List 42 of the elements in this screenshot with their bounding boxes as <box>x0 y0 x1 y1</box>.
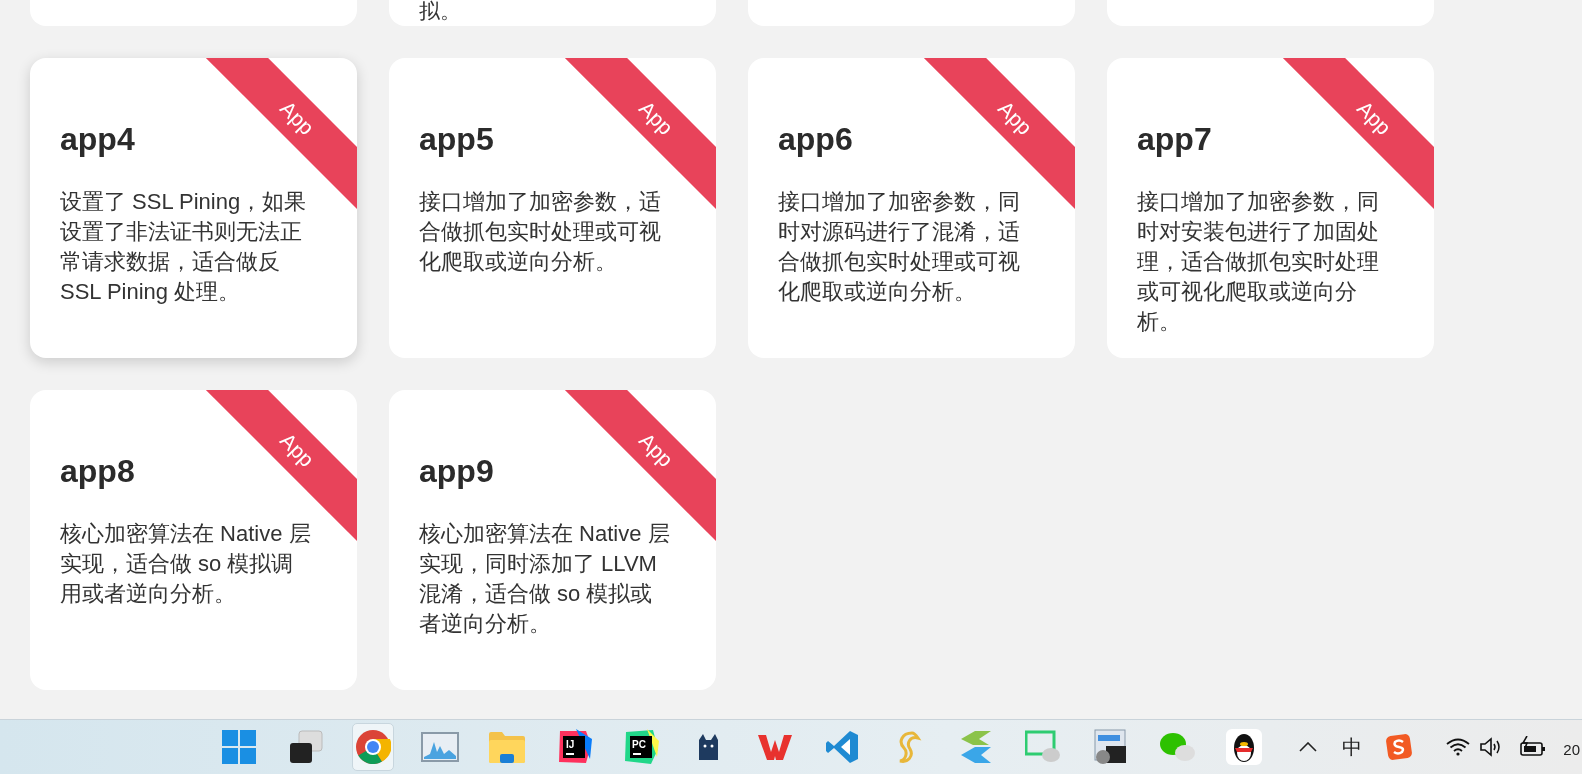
clock-text: 20 <box>1563 740 1580 758</box>
penguin-icon <box>1226 729 1262 765</box>
performance-graph-icon <box>421 732 459 762</box>
wifi-icon[interactable] <box>1446 738 1470 756</box>
browser-icon <box>355 729 391 765</box>
card-title: app9 <box>419 452 494 491</box>
card-description: 接口增加了加密参数，同时对安装包进行了加固处理，适合做抓包实时处理或可视化爬取或逆向分析。 <box>1137 188 1380 336</box>
card-description: 设置了 SSL Pining，如果设置了非法证书则无法正常请求数据，适合做反 SSL Pining 处理。 <box>60 188 308 306</box>
windows-logo-icon <box>221 729 257 765</box>
chevron-up-icon[interactable] <box>1299 742 1317 752</box>
input-method-indicator[interactable]: 中 <box>1342 733 1362 761</box>
card-title: app4 <box>60 120 135 159</box>
card-description: 核心加密算法在 Native 层实现，同时添加了 LLVM 混淆，适合做 so 模拟或者逆向分析。 <box>419 520 671 638</box>
card-description: 接口增加了加密参数，同时对源码进行了混淆，适合做抓包实时处理或可视化爬取或逆向分析。 <box>778 188 1021 306</box>
app-card[interactable]: app8 核心加密算法在 Native 层实现，适合做 so 模拟调用或者逆向分析。 App <box>30 390 357 690</box>
app-card[interactable]: app7 接口增加了加密参数，同时对安装包进行了加固处理，适合做抓包实时处理或可视化爬取或逆向分析。 App <box>1107 58 1434 358</box>
card-title: app8 <box>60 452 135 491</box>
taskbar-button[interactable]: PC <box>620 723 662 771</box>
remote-window-icon <box>1092 729 1128 765</box>
card-description: 核心加密算法在 Native 层实现，适合做 so 模拟调用或者逆向分析。 <box>60 520 312 608</box>
code-editor-icon <box>825 730 859 764</box>
w-logo-icon <box>757 732 793 762</box>
card-title: app6 <box>778 120 853 159</box>
chat-bubbles-icon <box>1159 731 1195 763</box>
app-card[interactable]: app9 核心加密算法在 Native 层实现，同时添加了 LLVM 混淆，适合做 so 模拟或者逆向分析。 App <box>389 390 716 690</box>
card-title: app7 <box>1137 120 1212 159</box>
app-card[interactable]: app6 接口增加了加密参数，同时对源码进行了混淆，适合做抓包实时处理或可视化爬取或逆向分析。 App <box>748 58 1075 358</box>
card-description: 拟。 <box>419 0 461 22</box>
stacked-chevrons-icon <box>959 729 993 765</box>
speaker-icon[interactable] <box>1479 737 1503 757</box>
pc-logo-icon: PC <box>623 729 659 765</box>
folder-icon <box>488 730 526 764</box>
s-logo-icon[interactable] <box>1386 734 1412 760</box>
card-description: 接口增加了加密参数，适合做抓包实时处理或可视化爬取或逆向分析。 <box>419 188 662 276</box>
battery-charging-icon[interactable] <box>1519 736 1547 758</box>
task-view-icon <box>288 729 324 765</box>
screen-chat-icon <box>1025 730 1061 764</box>
ij-logo-icon: IJ <box>556 729 592 765</box>
taskbar-button[interactable]: IJ <box>553 723 595 771</box>
card-title: app5 <box>419 120 494 159</box>
app-card[interactable]: app5 接口增加了加密参数，适合做抓包实时处理或可视化爬取或逆向分析。 App <box>389 58 716 358</box>
app-card[interactable]: app4 设置了 SSL Pining，如果设置了非法证书则无法正常请求数据，适合做反 SSL Pining 处理。 App <box>30 58 357 358</box>
